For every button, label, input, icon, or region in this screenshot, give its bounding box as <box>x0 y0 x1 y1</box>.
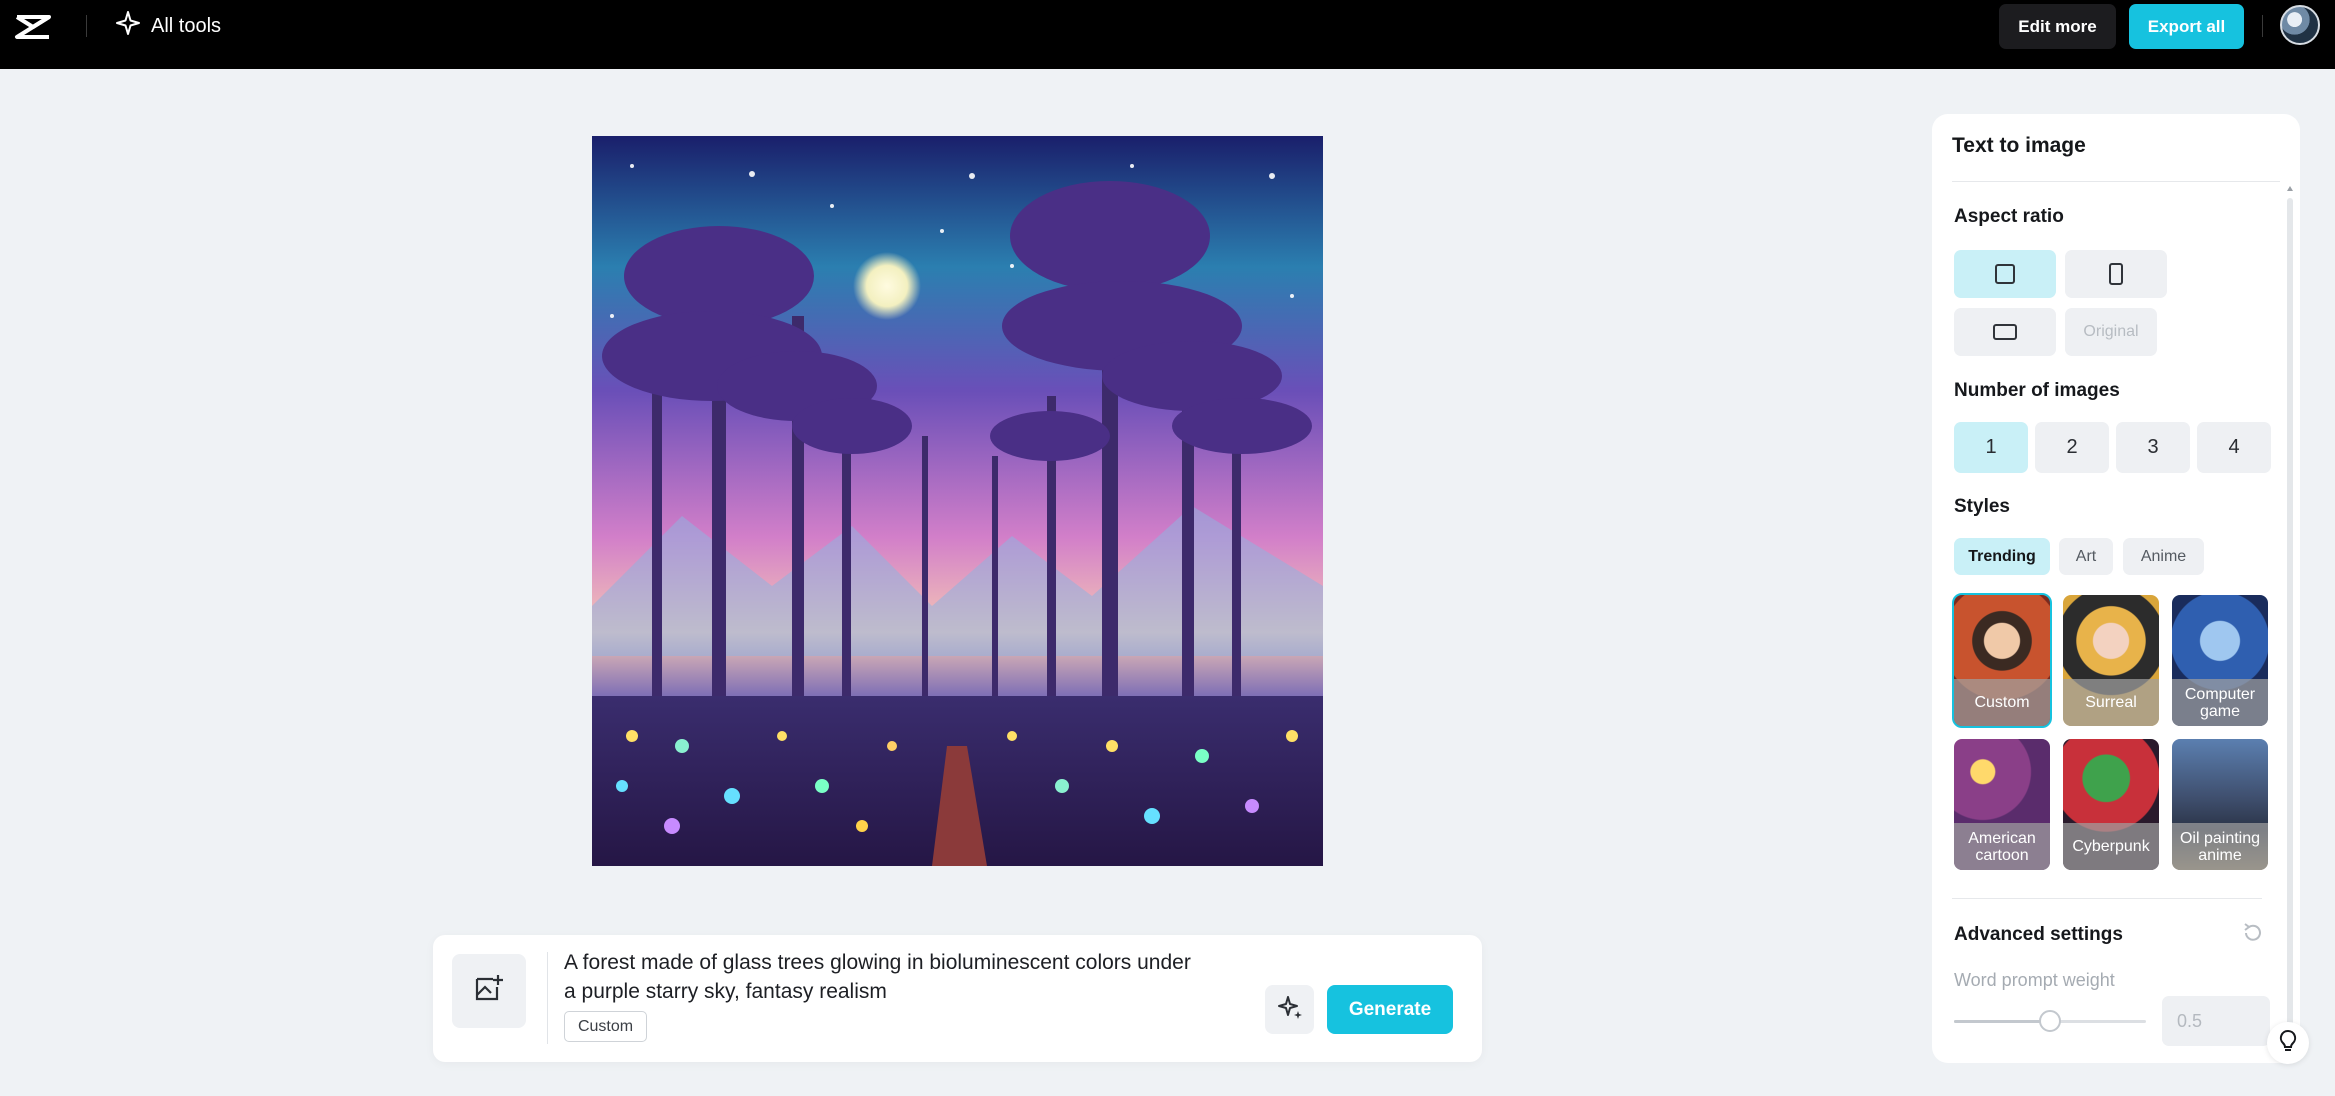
divider <box>2262 15 2263 37</box>
edit-more-button[interactable]: Edit more <box>1999 4 2116 49</box>
prompt-bar: A forest made of glass trees glowing in … <box>433 935 1482 1062</box>
image-add-icon <box>473 973 505 1010</box>
style-card-label: Oil painting anime <box>2172 823 2268 870</box>
divider <box>1952 898 2262 899</box>
style-card-label: Cyberpunk <box>2063 823 2159 870</box>
number-of-images-label: Number of images <box>1954 380 2120 401</box>
style-card-cyberpunk[interactable]: Cyberpunk <box>2063 739 2159 870</box>
slider-fill <box>1954 1020 2050 1023</box>
aspect-ratio-landscape-button[interactable] <box>1954 308 2056 356</box>
style-card-american-cartoon[interactable]: American cartoon <box>1954 739 2050 870</box>
help-button[interactable] <box>2267 1022 2309 1064</box>
generate-button[interactable]: Generate <box>1327 985 1453 1034</box>
magic-sparkle-icon <box>1276 993 1304 1026</box>
scrollbar[interactable] <box>2287 186 2293 1063</box>
number-option-1[interactable]: 1 <box>1954 422 2028 473</box>
style-card-label: Computer game <box>2172 679 2268 726</box>
divider <box>1952 181 2280 182</box>
aspect-ratio-original-button: Original <box>2065 308 2157 356</box>
advanced-settings-label: Advanced settings <box>1954 924 2123 945</box>
portrait-ratio-icon <box>2109 263 2123 285</box>
aspect-ratio-label: Aspect ratio <box>1954 206 2064 227</box>
tab-anime[interactable]: Anime <box>2123 538 2204 575</box>
style-tag[interactable]: Custom <box>564 1011 647 1042</box>
style-card-custom[interactable]: Custom <box>1952 593 2052 728</box>
tab-art[interactable]: Art <box>2059 538 2113 575</box>
divider <box>86 15 87 37</box>
panel-title: Text to image <box>1952 134 2086 157</box>
styles-label: Styles <box>1954 496 2010 517</box>
number-option-4[interactable]: 4 <box>2197 422 2271 473</box>
magic-prompt-button[interactable] <box>1265 985 1314 1034</box>
all-tools-button[interactable]: All tools <box>115 10 222 42</box>
style-card-label: American cartoon <box>1954 823 2050 870</box>
divider <box>547 952 548 1044</box>
number-option-2[interactable]: 2 <box>2035 422 2109 473</box>
slider-knob[interactable] <box>2039 1010 2061 1032</box>
aspect-ratio-square-button[interactable] <box>1954 250 2056 298</box>
capcut-logo-icon[interactable] <box>14 12 52 42</box>
tab-trending[interactable]: Trending <box>1954 538 2050 575</box>
word-prompt-weight-input[interactable]: 0.5 <box>2162 996 2270 1046</box>
lightbulb-icon <box>2275 1028 2301 1059</box>
landscape-ratio-icon <box>1993 324 2017 340</box>
text-to-image-panel: Text to image Aspect ratio Original Numb… <box>1932 114 2300 1063</box>
reset-icon[interactable] <box>2241 921 2265 945</box>
style-card-label: Custom <box>1954 679 2050 726</box>
sparkle-icon <box>115 10 141 42</box>
square-ratio-icon <box>1995 264 2015 284</box>
number-option-3[interactable]: 3 <box>2116 422 2190 473</box>
avatar[interactable] <box>2280 5 2320 45</box>
export-all-button[interactable]: Export all <box>2129 4 2244 49</box>
scrollbar-thumb[interactable] <box>2287 198 2293 1058</box>
style-card-label: Surreal <box>2063 679 2159 726</box>
style-card-computer-game[interactable]: Computer game <box>2172 595 2268 726</box>
style-card-surreal[interactable]: Surreal <box>2063 595 2159 726</box>
style-card-oil-painting-anime[interactable]: Oil painting anime <box>2172 739 2268 870</box>
word-prompt-weight-label: Word prompt weight <box>1954 970 2115 990</box>
aspect-ratio-portrait-button[interactable] <box>2065 250 2167 298</box>
prompt-input[interactable]: A forest made of glass trees glowing in … <box>564 948 1204 1006</box>
scroll-up-icon[interactable] <box>2287 186 2293 191</box>
generated-image[interactable] <box>592 136 1323 866</box>
top-bar: All tools Edit more Export all <box>0 0 2335 69</box>
all-tools-label: All tools <box>151 14 222 37</box>
image-upload-button[interactable] <box>452 954 526 1028</box>
